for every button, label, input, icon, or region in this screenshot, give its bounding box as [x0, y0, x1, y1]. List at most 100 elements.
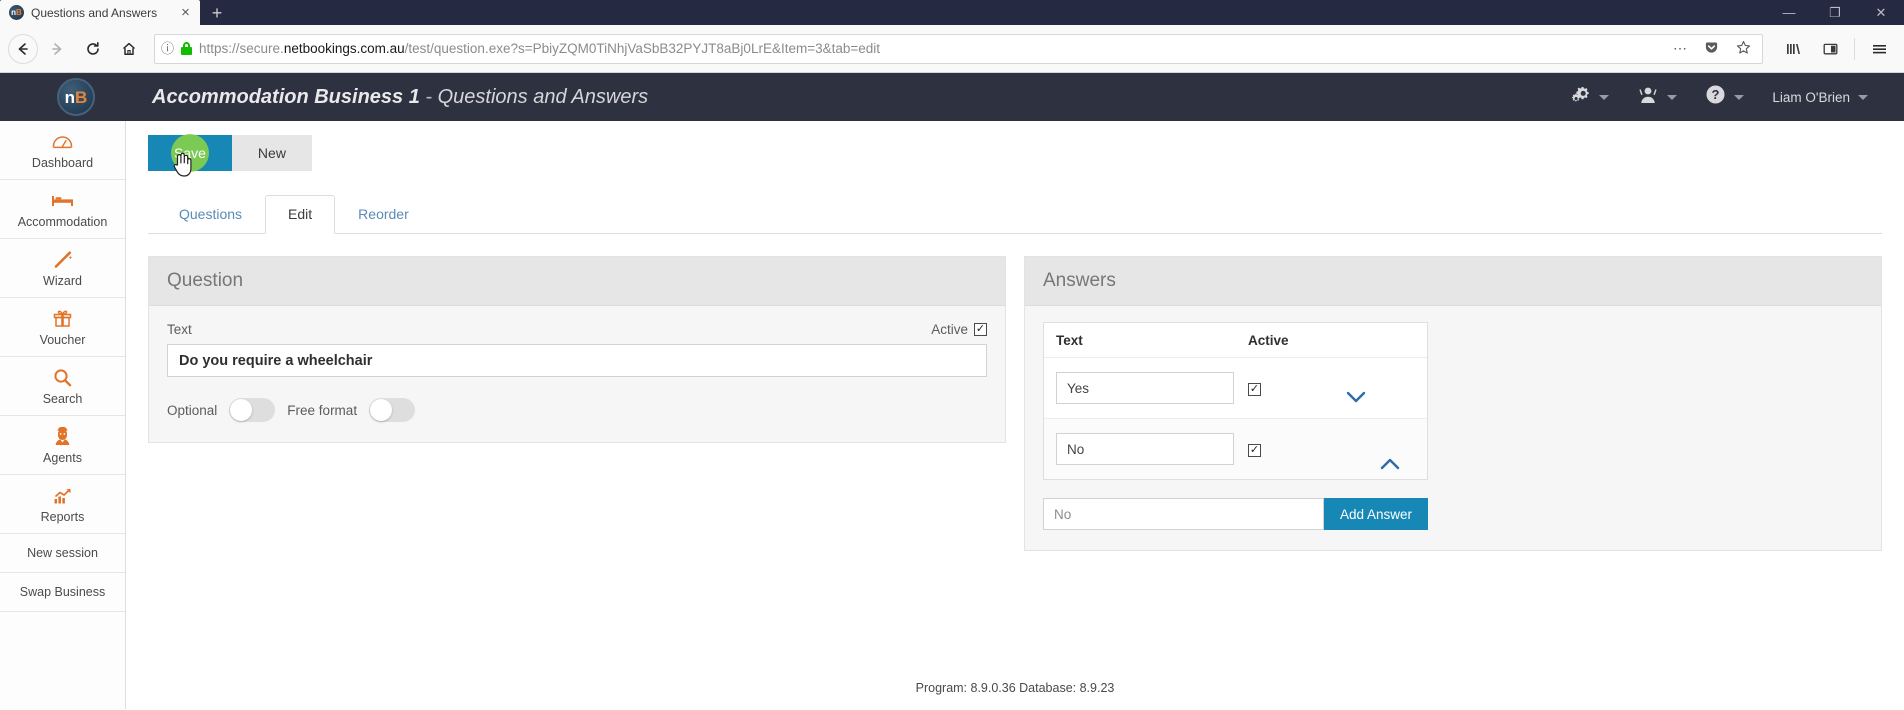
- free-format-label: Free format: [287, 402, 358, 418]
- page-actions-icon[interactable]: ⋯: [1668, 40, 1692, 57]
- library-icon[interactable]: [1777, 32, 1811, 66]
- answers-table-header: Text Active: [1044, 323, 1427, 357]
- sidebar-toggle-icon[interactable]: [1813, 32, 1847, 66]
- sidebar-item-new-session[interactable]: New session: [0, 534, 125, 573]
- toggle-knob: [370, 399, 393, 422]
- url-prefix: https://secure.: [199, 41, 284, 56]
- optional-toggle[interactable]: [229, 398, 276, 423]
- gift-icon: [53, 309, 72, 328]
- question-toggles: Optional Free format: [167, 398, 987, 423]
- chevron-down-icon: [1734, 94, 1745, 100]
- tab-reorder[interactable]: Reorder: [335, 195, 432, 234]
- toggle-knob: [230, 399, 253, 422]
- nav-divider: [1854, 37, 1855, 60]
- back-icon[interactable]: [8, 33, 38, 64]
- answer-active-checkbox[interactable]: ✓: [1248, 444, 1261, 458]
- browser-tab[interactable]: nB Questions and Answers ×: [0, 0, 200, 25]
- optional-label: Optional: [167, 402, 218, 418]
- cogs-icon: [1571, 86, 1591, 109]
- question-active-checkbox[interactable]: ✓: [974, 323, 987, 337]
- footer-wrap: Program: 8.9.0.36 Database: 8.9.23: [126, 663, 1904, 709]
- chevron-up-icon[interactable]: [1378, 456, 1402, 475]
- browser-tab-title: Questions and Answers: [31, 5, 158, 20]
- window-controls: — ❐ ✕: [1766, 0, 1904, 25]
- logo-letter-n: n: [64, 87, 76, 107]
- help-menu[interactable]: ?: [1691, 84, 1758, 110]
- page-title: Accommodation Business 1 - Questions and…: [152, 86, 1557, 109]
- chevron-down-icon: [1667, 94, 1678, 100]
- favicon-b: B: [16, 7, 22, 17]
- app-header: nB Accommodation Business 1 - Questions …: [0, 73, 1904, 121]
- answer-active-cell: ✓: [1234, 379, 1344, 397]
- new-tab-button[interactable]: +: [200, 0, 234, 25]
- sidebar-label: Dashboard: [31, 156, 94, 170]
- answer-active-checkbox[interactable]: ✓: [1248, 383, 1261, 397]
- chevron-down-icon[interactable]: [1344, 389, 1368, 408]
- dashboard-icon: [52, 132, 73, 151]
- sidebar-label: Agents: [43, 451, 82, 465]
- free-format-toggle[interactable]: [369, 398, 416, 423]
- add-answer-row: Add Answer: [1043, 498, 1428, 531]
- sidebar-label: Reports: [40, 510, 85, 524]
- sidebar-item-agents[interactable]: Agents: [0, 416, 125, 475]
- account-menu[interactable]: Liam O'Brien: [1758, 90, 1882, 105]
- sidebar-label: Accommodation: [17, 215, 108, 229]
- sidebar-label: New session: [27, 546, 98, 560]
- answer-text-input[interactable]: [1056, 433, 1234, 466]
- bed-icon: [51, 191, 74, 210]
- reload-icon[interactable]: [76, 32, 110, 66]
- table-row: ✓: [1044, 357, 1427, 418]
- app-logo-wrap[interactable]: nB: [0, 78, 152, 116]
- menu-icon[interactable]: [1862, 32, 1896, 66]
- text-label: Text: [167, 322, 192, 338]
- answer-active-cell: ✓: [1234, 440, 1344, 458]
- url-domain: netbookings.com.au: [283, 41, 405, 56]
- sidebar-item-dashboard[interactable]: Dashboard: [0, 121, 125, 180]
- username-label: Liam O'Brien: [1772, 89, 1850, 105]
- window-minimize-button[interactable]: —: [1766, 0, 1812, 25]
- new-button[interactable]: New: [231, 135, 312, 172]
- forward-icon[interactable]: [40, 32, 74, 66]
- browser-titlebar: nB Questions and Answers × + — ❐ ✕: [0, 0, 1904, 25]
- sidebar-label: Swap Business: [19, 585, 106, 599]
- column-header-text: Text: [1056, 333, 1083, 349]
- pocket-icon[interactable]: [1699, 40, 1724, 58]
- tab-edit[interactable]: Edit: [265, 195, 336, 235]
- save-button[interactable]: Save: [148, 134, 232, 177]
- tab-questions[interactable]: Questions: [156, 195, 265, 234]
- sidebar-item-swap-business[interactable]: Swap Business: [0, 573, 125, 612]
- close-tab-icon[interactable]: ×: [177, 5, 194, 20]
- sidebar-item-search[interactable]: Search: [0, 357, 125, 416]
- settings-menu[interactable]: [1557, 86, 1623, 109]
- sidebar-item-reports[interactable]: Reports: [0, 475, 125, 534]
- save-button-label: Save: [174, 145, 206, 161]
- home-icon[interactable]: [112, 32, 146, 66]
- agent-person-icon: [53, 427, 72, 446]
- lock-icon: [181, 42, 193, 55]
- help-circle-icon: ?: [1705, 84, 1726, 110]
- add-answer-button[interactable]: Add Answer: [1323, 498, 1428, 531]
- sidebar-item-voucher[interactable]: Voucher: [0, 298, 125, 357]
- sidebar-item-accommodation[interactable]: Accommodation: [0, 180, 125, 239]
- sidebar-label: Search: [42, 392, 83, 406]
- question-text-input[interactable]: [167, 344, 987, 378]
- url-bar[interactable]: ⓘ https://secure.netbookings.com.au/test…: [154, 33, 1763, 64]
- bookmark-star-icon[interactable]: [1731, 40, 1756, 58]
- question-panel: Question Text Active ✓ Optional: [148, 256, 1006, 444]
- answers-panel-body: Text Active ✓: [1025, 306, 1881, 550]
- answer-text-input[interactable]: [1056, 372, 1234, 405]
- app-shell: nB Accommodation Business 1 - Questions …: [0, 73, 1904, 709]
- sidebar-item-wizard[interactable]: Wizard: [0, 239, 125, 298]
- page-info-icon[interactable]: ⓘ: [161, 42, 174, 55]
- user-icon: [1637, 85, 1659, 110]
- favicon-icon: nB: [9, 5, 24, 20]
- window-maximize-button[interactable]: ❐: [1812, 0, 1858, 25]
- window-close-button[interactable]: ✕: [1858, 0, 1904, 25]
- netbookings-logo-icon: nB: [57, 78, 95, 116]
- title-separator: -: [419, 85, 438, 108]
- add-answer-input[interactable]: [1043, 498, 1324, 531]
- chevron-down-icon: [1858, 94, 1868, 100]
- user-menu[interactable]: [1623, 85, 1691, 110]
- url-path: /test/question.exe?s=PbiyZQM0TiNhjVaSbB3…: [404, 41, 881, 56]
- active-label: Active: [931, 322, 968, 338]
